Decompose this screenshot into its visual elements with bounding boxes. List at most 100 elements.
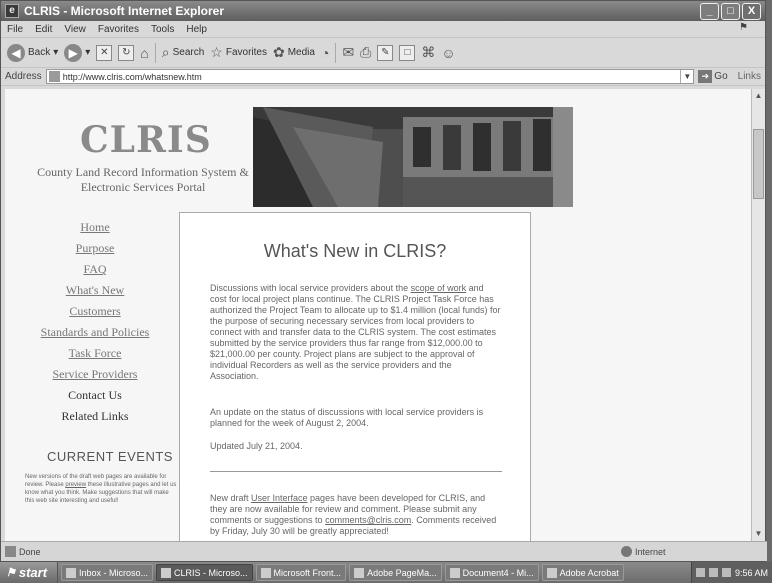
browser-window: e CLRIS - Microsoft Internet Explorer _ … — [0, 0, 767, 562]
maximize-button[interactable]: □ — [721, 2, 740, 20]
title-bar[interactable]: e CLRIS - Microsoft Internet Explorer _ … — [1, 1, 765, 21]
scope-of-work-link[interactable]: scope of work — [411, 283, 467, 293]
ie-icon: e — [5, 4, 19, 18]
page-heading: What's New in CLRIS? — [263, 241, 447, 261]
nav-customers[interactable]: Customers — [35, 301, 155, 322]
ie-icon — [161, 567, 172, 578]
taskbar-item-frontpage[interactable]: Microsoft Front... — [255, 564, 347, 581]
search-label: Search — [172, 47, 205, 58]
media-icon: ✿ — [272, 44, 285, 60]
nav-standards-and-policies[interactable]: Standards and Policies — [35, 322, 155, 343]
volume-icon[interactable] — [721, 568, 731, 577]
stop-icon[interactable]: ✕ — [96, 44, 113, 61]
current-events-title: CURRENT EVENTS — [47, 449, 173, 464]
site-title: CLRIS — [80, 119, 212, 161]
favorites-button[interactable]: ☆ Favorites — [210, 44, 267, 61]
status-text: Done — [19, 546, 41, 557]
page-done-icon — [5, 546, 16, 557]
nav-contact-us[interactable]: Contact Us — [35, 385, 155, 406]
nav-faq[interactable]: FAQ — [35, 259, 155, 280]
taskbar: ⚑ start Inbox - Microso... CLRIS - Micro… — [0, 562, 772, 583]
address-label: Address — [5, 71, 42, 82]
search-button[interactable]: ⌕ Search — [162, 44, 205, 61]
refresh-icon[interactable]: ↻ — [118, 44, 135, 61]
chevron-down-icon: ▾ — [85, 47, 91, 58]
mail-icon[interactable]: ✉ — [342, 44, 354, 61]
taskbar-item-inbox[interactable]: Inbox - Microso... — [61, 564, 154, 581]
menu-tools[interactable]: Tools — [151, 24, 174, 35]
tray-icon[interactable] — [695, 568, 705, 577]
nav-home[interactable]: Home — [35, 217, 155, 238]
back-button[interactable]: ◀ Back ▾ — [7, 43, 58, 62]
start-label: start — [18, 565, 48, 580]
go-arrow-icon: ➔ — [698, 70, 713, 83]
divider — [210, 471, 502, 472]
toolbar-separator — [335, 42, 337, 63]
back-label: Back — [28, 47, 51, 58]
current-events-text: New versions of the draft web pages are … — [25, 474, 177, 504]
vertical-scrollbar[interactable]: ▲ ▼ — [751, 89, 765, 541]
go-label: Go — [714, 71, 728, 82]
address-url[interactable]: http://www.clris.com/whatsnew.htm — [63, 72, 681, 82]
close-button[interactable]: X — [742, 2, 761, 20]
start-button[interactable]: ⚑ start — [0, 562, 58, 583]
pagemaker-icon — [354, 567, 365, 578]
forward-button[interactable]: ▶ ▾ — [64, 43, 91, 62]
acrobat-icon — [546, 567, 557, 578]
frontpage-icon — [260, 567, 271, 578]
user-interface-link[interactable]: User Interface — [251, 493, 308, 503]
windows-logo-icon: ⚑ — [739, 22, 748, 33]
back-arrow-icon: ◀ — [7, 43, 25, 62]
word-icon — [449, 567, 460, 578]
address-bar: Address http://www.clris.com/whatsnew.ht… — [1, 68, 765, 86]
comments-email-link[interactable]: comments@clris.com — [325, 515, 411, 525]
outlook-icon — [66, 567, 76, 578]
toolbar: ◀ Back ▾ ▶ ▾ ✕ ↻ ⌂ ⌕ Search ☆ Favorites … — [1, 38, 765, 68]
taskbar-item-clris[interactable]: CLRIS - Microso... — [156, 564, 253, 581]
status-bar: Done Internet — [1, 541, 767, 561]
taskbar-item-pagemaker[interactable]: Adobe PageMa... — [349, 564, 442, 581]
links-button[interactable]: Links — [738, 71, 761, 82]
nav-task-force[interactable]: Task Force — [35, 343, 155, 364]
tray-icon[interactable] — [708, 568, 718, 577]
clock[interactable]: 9:56 AM — [735, 568, 768, 578]
media-label: Media — [287, 47, 315, 58]
nav-service-providers[interactable]: Service Providers — [35, 364, 155, 385]
scroll-thumb[interactable] — [753, 129, 764, 199]
menu-favorites[interactable]: Favorites — [98, 24, 139, 35]
preview-link[interactable]: preview — [65, 482, 86, 488]
scroll-down-icon[interactable]: ▼ — [752, 527, 765, 541]
nav-related-links[interactable]: Related Links — [35, 406, 155, 427]
taskbar-item-document4[interactable]: Document4 - Mi... — [444, 564, 539, 581]
minimize-button[interactable]: _ — [700, 2, 719, 20]
chevron-down-icon[interactable]: ▼ — [680, 70, 693, 83]
history-icon[interactable]: ◔ — [321, 45, 329, 61]
nav-purpose[interactable]: Purpose — [35, 238, 155, 259]
go-button[interactable]: ➔ Go — [698, 70, 728, 83]
page-icon — [48, 71, 60, 82]
menu-edit[interactable]: Edit — [35, 24, 52, 35]
site-subtitle: County Land Record Information System & … — [37, 165, 249, 194]
globe-icon — [621, 546, 632, 557]
print-icon[interactable]: ⎙ — [360, 44, 371, 61]
home-icon[interactable]: ⌂ — [140, 45, 148, 61]
taskbar-item-acrobat[interactable]: Adobe Acrobat — [541, 564, 624, 581]
research-icon[interactable]: ⌘ — [421, 44, 435, 61]
windows-flag-icon: ⚑ — [6, 567, 16, 579]
page-viewport: CLRIS County Land Record Information Sys… — [5, 89, 751, 541]
update-paragraph: An update on the status of discussions w… — [210, 407, 484, 428]
scroll-up-icon[interactable]: ▲ — [752, 89, 765, 103]
menu-file[interactable]: File — [7, 24, 23, 35]
news-paragraph: Discussions with local service providers… — [210, 283, 501, 381]
menu-view[interactable]: View — [64, 24, 86, 35]
discuss-icon[interactable]: □ — [399, 44, 416, 61]
nav-whats-new[interactable]: What's New — [35, 280, 155, 301]
media-button[interactable]: ✿ Media — [273, 44, 315, 61]
favorites-label: Favorites — [225, 47, 267, 58]
menu-help[interactable]: Help — [186, 24, 207, 35]
messenger-icon[interactable]: ☺ — [441, 45, 455, 61]
system-tray: 9:56 AM — [690, 562, 772, 583]
draft-paragraph: New draft User Interface pages have been… — [210, 493, 497, 536]
edit-icon[interactable]: ✎ — [377, 44, 394, 61]
address-input[interactable]: http://www.clris.com/whatsnew.htm ▼ — [45, 69, 695, 84]
